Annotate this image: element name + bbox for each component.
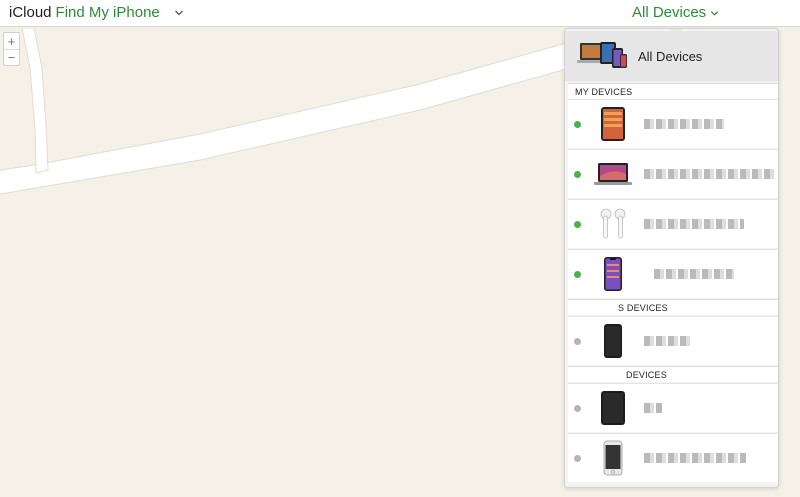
zoom-out-button[interactable]: − [4,49,19,65]
top-bar: iCloud Find My iPhone All Devices [0,0,800,27]
chevron-down-icon [174,10,183,16]
offline-status-dot [574,404,581,412]
iphone-icon [604,257,622,291]
online-status-dot [574,170,581,178]
redacted-device-name [644,336,690,346]
device-item[interactable] [568,383,778,432]
section-header-other-devices: S DEVICES [568,299,778,315]
device-item[interactable] [568,99,778,148]
section-header-family-devices: DEVICES [568,366,778,382]
iphone-white-icon [603,440,623,476]
redacted-device-name [654,269,734,279]
section-header-my-devices: MY DEVICES [568,83,778,99]
macbook-icon [594,163,632,185]
offline-status-dot [574,337,581,345]
icloud-label: iCloud [9,4,52,21]
all-devices-icon [577,42,627,68]
ipad-black-icon [601,391,625,425]
app-title-menu[interactable]: iCloud Find My iPhone [9,4,184,22]
devices-panel: All Devices MY DEVICES S DEVICES DEVICES [564,28,779,488]
app-name: Find My iPhone [55,4,160,21]
redacted-device-name [644,219,744,229]
offline-status-dot [574,454,581,462]
chevron-down-icon [711,10,719,16]
online-status-dot [574,120,581,128]
device-item[interactable] [568,433,778,482]
device-item[interactable] [568,149,778,198]
device-item[interactable] [568,199,778,248]
redacted-device-name [644,453,746,463]
all-devices-label: All Devices [638,48,703,64]
airpods-icon [600,208,626,239]
ipad-icon [601,107,625,141]
device-item[interactable] [568,249,778,298]
online-status-dot [574,270,581,278]
all-devices-menu[interactable]: All Devices [632,4,719,22]
zoom-in-button[interactable]: + [4,33,19,49]
redacted-device-name [644,119,724,129]
all-devices-item[interactable]: All Devices [565,31,778,81]
device-item[interactable] [568,316,778,365]
iphone-black-icon [604,324,622,358]
all-devices-menu-label: All Devices [632,4,707,21]
redacted-device-name [644,169,774,179]
zoom-control: + − [3,32,20,66]
redacted-device-name [644,403,662,413]
online-status-dot [574,220,581,228]
